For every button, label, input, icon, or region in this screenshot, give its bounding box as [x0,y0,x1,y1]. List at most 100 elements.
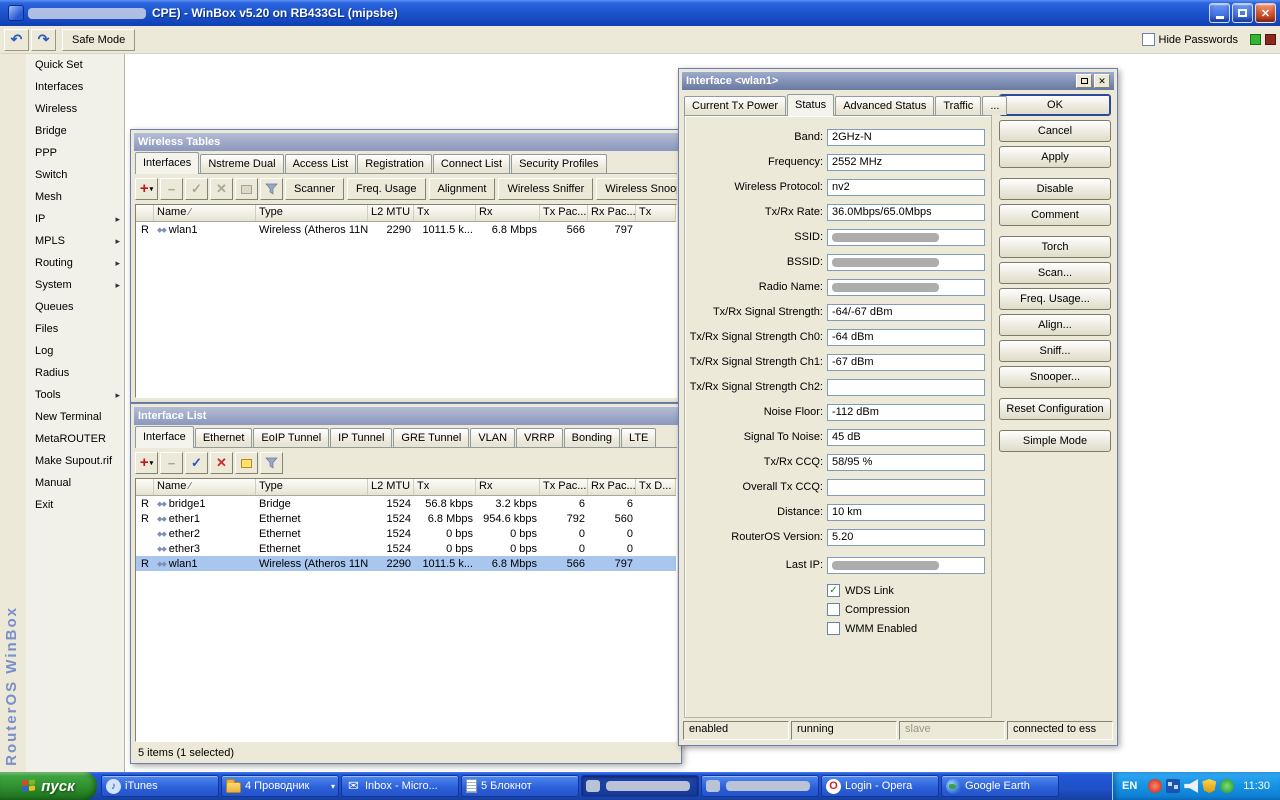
taskbar-item-itunes[interactable]: ♪iTunes [101,775,219,797]
scan-button[interactable]: Scan... [999,262,1111,284]
field-value[interactable]: -67 dBm [827,354,985,371]
disable-button[interactable]: Disable [999,178,1111,200]
sidebar-item-system[interactable]: System▸ [26,274,124,296]
tab-security-profiles[interactable]: Security Profiles [511,154,606,173]
enable-button[interactable]: ✓ [185,452,208,474]
tab-status[interactable]: Status [787,94,834,116]
tab-advanced-status[interactable]: Advanced Status [835,96,934,115]
sidebar-item-mpls[interactable]: MPLS▸ [26,230,124,252]
wds-link-checkbox[interactable]: ✓ [827,584,840,597]
taskbar-item-5-блокнот[interactable]: 5 Блокнот [461,775,579,797]
tab-item[interactable]: ... [982,96,1007,115]
column-header-flag[interactable] [136,479,154,495]
taskbar-item-redacted[interactable] [581,775,699,797]
column-header-name[interactable]: Name ∕ [154,205,256,221]
snooper-button[interactable]: Snooper... [999,366,1111,388]
field-value[interactable] [827,479,985,496]
maximize-button[interactable] [1232,3,1253,23]
tab-gre-tunnel[interactable]: GRE Tunnel [393,428,469,447]
sidebar-item-tools[interactable]: Tools▸ [26,384,124,406]
hide-passwords-checkbox[interactable] [1142,33,1155,46]
field-value[interactable]: 10 km [827,504,985,521]
taskbar-item-google-earth[interactable]: Google Earth [941,775,1059,797]
column-header-tx[interactable]: Tx [636,205,676,221]
taskbar-item-4-проводник[interactable]: 4 Проводник▾ [221,775,339,797]
sidebar-item-log[interactable]: Log [26,340,124,362]
sidebar-item-files[interactable]: Files [26,318,124,340]
sidebar-item-routing[interactable]: Routing▸ [26,252,124,274]
field-value[interactable] [827,254,985,271]
tab-vlan[interactable]: VLAN [470,428,515,447]
column-header-flag[interactable] [136,205,154,221]
column-header-type[interactable]: Type [256,205,368,221]
reset-configuration-button[interactable]: Reset Configuration [999,398,1111,420]
column-header-l2-mtu[interactable]: L2 MTU [368,479,414,495]
table-row-ether3[interactable]: ◆◆ether3Ethernet15240 bps0 bps00 [136,541,676,556]
add-button[interactable]: +▾ [135,452,158,474]
field-value[interactable]: 58/95 % [827,454,985,471]
wmm-enabled-checkbox[interactable] [827,622,840,635]
tab-interface[interactable]: Interface [135,426,194,448]
tab-connect-list[interactable]: Connect List [433,154,510,173]
compression-checkbox[interactable] [827,603,840,616]
tab-nstreme-dual[interactable]: Nstreme Dual [200,154,283,173]
field-value[interactable]: -64/-67 dBm [827,304,985,321]
tray-opera-icon[interactable] [1148,779,1162,793]
tab-eoip-tunnel[interactable]: EoIP Tunnel [253,428,329,447]
tray-network-icon[interactable] [1166,779,1180,793]
column-header-rx[interactable]: Rx [476,479,540,495]
disable-button[interactable]: ✕ [210,452,233,474]
field-value[interactable] [827,229,985,246]
column-header-tx[interactable]: Tx [414,479,476,495]
field-value[interactable] [827,379,985,396]
field-value[interactable]: -64 dBm [827,329,985,346]
align-button[interactable]: Align... [999,314,1111,336]
field-value[interactable] [827,279,985,296]
freq-usage-button[interactable]: Freq. Usage [347,178,426,200]
field-value[interactable] [827,557,985,574]
column-header-type[interactable]: Type [256,479,368,495]
sidebar-item-queues[interactable]: Queues [26,296,124,318]
column-header-rx[interactable]: Rx [476,205,540,221]
wireless-tables-titlebar[interactable]: Wireless Tables [134,133,678,151]
sidebar-item-bridge[interactable]: Bridge [26,120,124,142]
comment-button[interactable] [235,452,258,474]
taskbar-item-login-opera[interactable]: OLogin - Opera [821,775,939,797]
taskbar-item-inbox-micro[interactable]: ✉Inbox - Micro... [341,775,459,797]
column-header-rx-pac[interactable]: Rx Pac... [588,479,636,495]
interface-list-titlebar[interactable]: Interface List [134,407,678,425]
tab-current-tx-power[interactable]: Current Tx Power [684,96,786,115]
column-header-tx-pac[interactable]: Tx Pac... [540,205,588,221]
table-row-wlan1[interactable]: R◆◆wlan1Wireless (Atheros 11N)22901011.5… [136,556,676,571]
close-button[interactable]: ✕ [1255,3,1276,23]
wireless-sniffer-button[interactable]: Wireless Sniffer [498,178,593,200]
table-row-ether1[interactable]: R◆◆ether1Ethernet15246.8 Mbps954.6 kbps7… [136,511,676,526]
tab-interfaces[interactable]: Interfaces [135,152,199,174]
language-indicator[interactable]: EN [1122,780,1137,792]
field-value[interactable]: 36.0Mbps/65.0Mbps [827,204,985,221]
taskbar-item-redacted[interactable] [701,775,819,797]
start-button[interactable]: пуск [0,772,97,800]
add-button[interactable]: +▾ [135,178,158,200]
sidebar-item-ppp[interactable]: PPP [26,142,124,164]
ok-button[interactable]: OK [999,94,1111,116]
filter-button[interactable] [260,178,283,200]
column-header-tx[interactable]: Tx [414,205,476,221]
cancel-button[interactable]: Cancel [999,120,1111,142]
tab-registration[interactable]: Registration [357,154,432,173]
tab-bonding[interactable]: Bonding [564,428,620,447]
comment-button[interactable]: Comment [999,204,1111,226]
wireless-snooper-button[interactable]: Wireless Snooper [596,178,677,200]
redo-button[interactable]: ↷ [31,29,56,51]
sidebar-item-new-terminal[interactable]: New Terminal [26,406,124,428]
table-row-bridge1[interactable]: R◆◆bridge1Bridge152456.8 kbps3.2 kbps66 [136,496,676,511]
tray-messenger-icon[interactable] [1220,779,1234,793]
tab-traffic[interactable]: Traffic [935,96,981,115]
tab-vrrp[interactable]: VRRP [516,428,563,447]
sidebar-item-wireless[interactable]: Wireless [26,98,124,120]
field-value[interactable]: -112 dBm [827,404,985,421]
field-value[interactable]: nv2 [827,179,985,196]
sidebar-item-make-supout-rif[interactable]: Make Supout.rif [26,450,124,472]
field-value[interactable]: 2GHz-N [827,129,985,146]
table-row-wlan1[interactable]: R◆◆wlan1Wireless (Atheros 11N)22901011.5… [136,222,676,237]
